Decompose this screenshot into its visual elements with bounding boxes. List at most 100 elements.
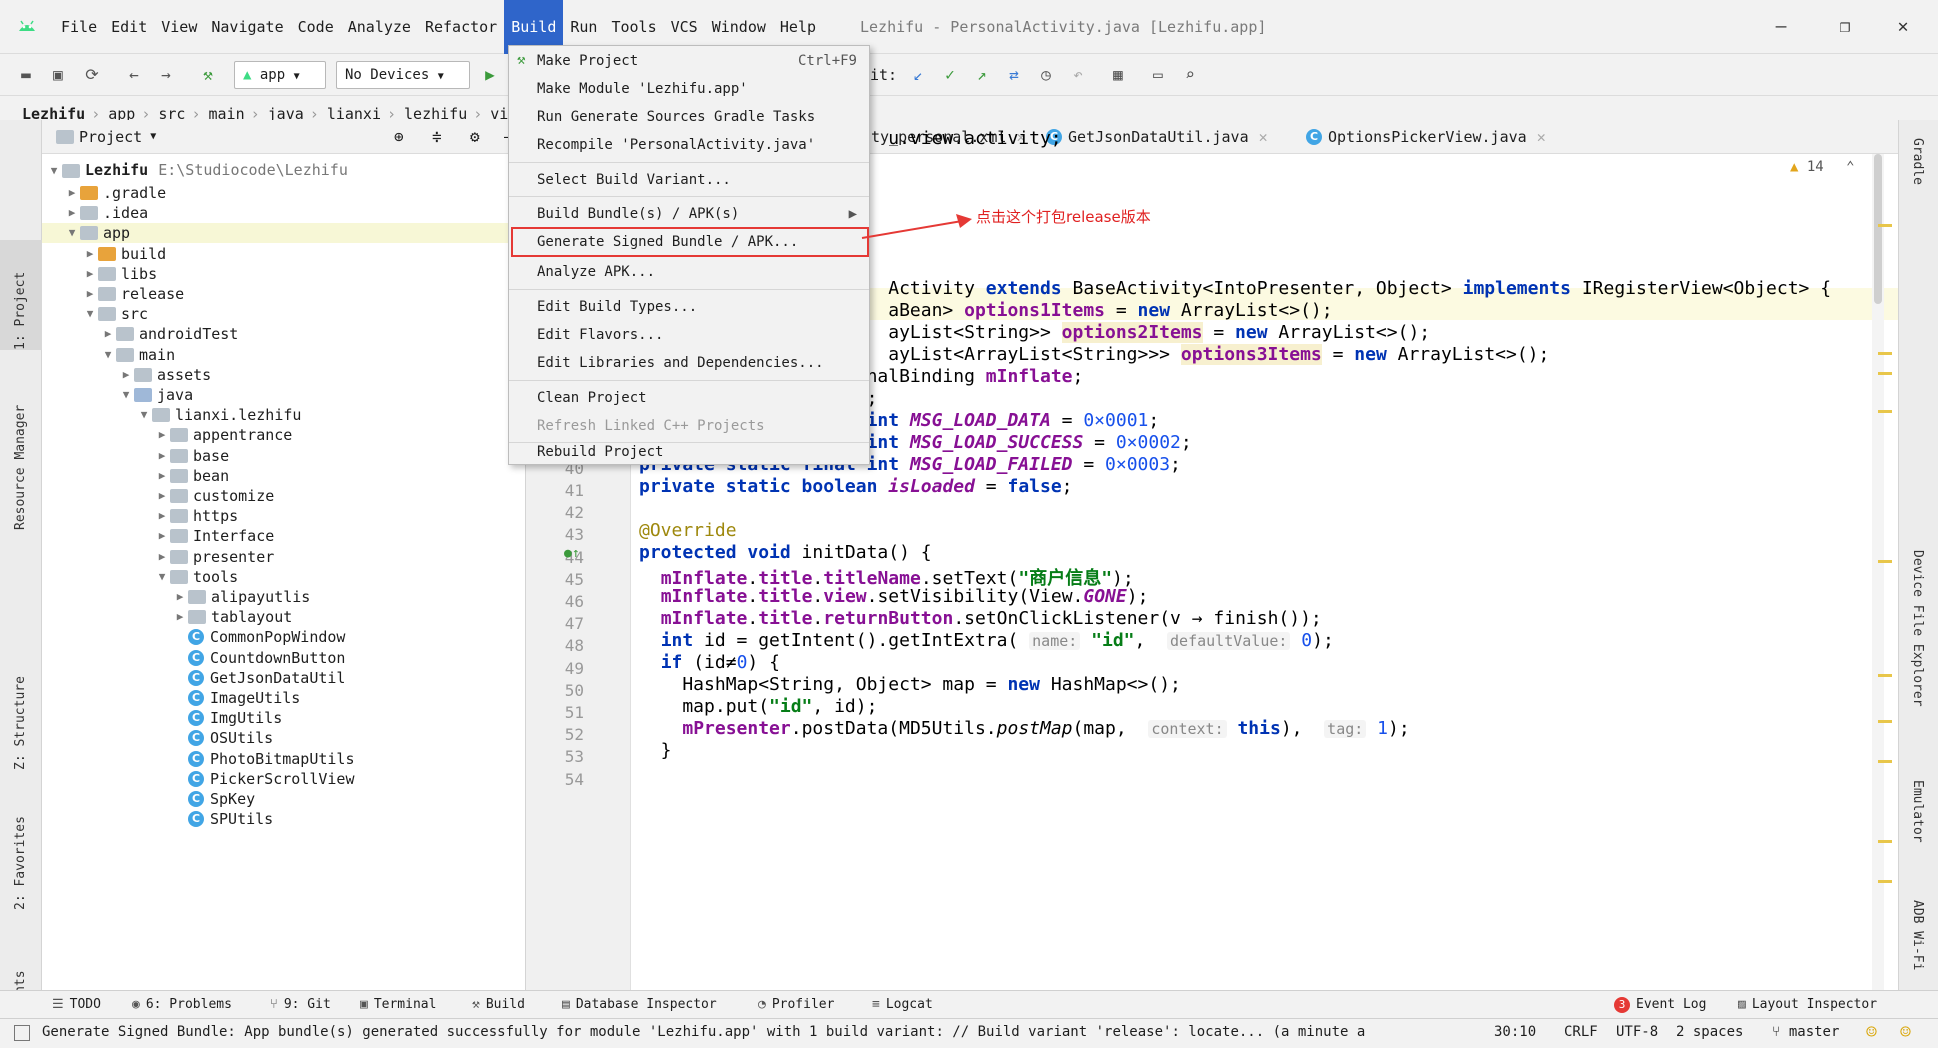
menu-item-run-generate-sources[interactable]: Run Generate Sources Gradle Tasks bbox=[509, 104, 869, 130]
tree-class-item[interactable]: C SPUtils bbox=[42, 809, 526, 829]
chevron-right-icon[interactable]: ▶ bbox=[154, 425, 170, 445]
tree-folder-item[interactable]: ▼ java bbox=[42, 385, 526, 405]
sync-icon[interactable]: ⟳ bbox=[80, 63, 104, 87]
menu-edit[interactable]: Edit bbox=[104, 0, 154, 54]
chevron-right-icon[interactable]: ▶ bbox=[154, 547, 170, 567]
tree-folder-item[interactable]: ▶ appentrance bbox=[42, 425, 526, 445]
tool-tab-project[interactable]: 1: Project bbox=[0, 240, 42, 350]
hammer-icon[interactable]: ⚒ bbox=[196, 63, 220, 87]
toggle-tool-windows-icon[interactable] bbox=[14, 1025, 30, 1041]
tree-folder-item[interactable]: ▶ .gradle bbox=[42, 183, 526, 203]
tool-terminal[interactable]: ▣ Terminal bbox=[360, 991, 436, 1019]
error-stripe-mark[interactable] bbox=[1878, 352, 1892, 355]
forward-arrow-icon[interactable]: → bbox=[154, 63, 178, 87]
chevron-right-icon[interactable]: ▶ bbox=[172, 607, 188, 627]
tree-folder-item[interactable]: ▶ tablayout bbox=[42, 607, 526, 627]
tree-class-item[interactable]: C PickerScrollView bbox=[42, 769, 526, 789]
override-marker-icon[interactable]: ●↑ bbox=[564, 546, 580, 561]
tool-build[interactable]: ⚒ Build bbox=[472, 991, 525, 1019]
maximize-icon[interactable]: ❐ bbox=[1822, 0, 1868, 54]
menu-item-make-project[interactable]: Make Project Ctrl+F9 bbox=[509, 48, 869, 74]
tree-folder-item[interactable]: ▶ .idea bbox=[42, 203, 526, 223]
file-encoding[interactable]: UTF-8 bbox=[1616, 1024, 1658, 1040]
tree-folder-item[interactable]: ▶ customize bbox=[42, 486, 526, 506]
error-stripe-mark[interactable] bbox=[1878, 560, 1892, 563]
chevron-down-icon[interactable]: ▼ bbox=[136, 405, 152, 425]
menu-view[interactable]: View bbox=[154, 0, 204, 54]
menu-item-edit-libraries[interactable]: Edit Libraries and Dependencies... bbox=[509, 350, 869, 376]
chevron-down-icon[interactable]: ▼ bbox=[154, 567, 170, 587]
menu-item-clean-project[interactable]: Clean Project bbox=[509, 385, 869, 411]
chevron-down-icon[interactable]: ▼ bbox=[100, 345, 116, 365]
close-icon[interactable]: ✕ bbox=[1259, 120, 1268, 154]
error-stripe-mark[interactable] bbox=[1878, 840, 1892, 843]
tool-problems[interactable]: ◉ 6: Problems bbox=[132, 991, 232, 1019]
warnings-indicator[interactable]: ▲ 14 ⌃ ⌄ bbox=[1790, 159, 1881, 175]
history-icon[interactable]: ◷ bbox=[1034, 63, 1058, 87]
tab-optionspickerview[interactable]: C OptionsPickerView.java ✕ bbox=[1306, 120, 1546, 154]
menu-item-analyze-apk[interactable]: Analyze APK... bbox=[509, 259, 869, 285]
error-stripe-mark[interactable] bbox=[1878, 674, 1892, 677]
error-stripe-mark[interactable] bbox=[1878, 224, 1892, 227]
git-commit-icon[interactable]: ✓ bbox=[938, 63, 962, 87]
scrollbar-thumb[interactable] bbox=[1874, 154, 1882, 304]
menu-code[interactable]: Code bbox=[291, 0, 341, 54]
tree-folder-item[interactable]: ▶ release bbox=[42, 284, 526, 304]
chevron-right-icon[interactable]: ▶ bbox=[154, 466, 170, 486]
tree-folder-item[interactable]: ▶ Interface bbox=[42, 526, 526, 546]
tool-todo[interactable]: ☰ TODO bbox=[52, 991, 101, 1019]
tree-class-item[interactable]: C GetJsonDataUtil bbox=[42, 668, 526, 688]
error-stripe-mark[interactable] bbox=[1878, 760, 1892, 763]
tree-folder-item[interactable]: ▶ base bbox=[42, 446, 526, 466]
rollback-icon[interactable]: ↶ bbox=[1066, 63, 1090, 87]
memory-indicator-icon[interactable]: ☺ bbox=[1900, 1022, 1911, 1043]
chevron-right-icon[interactable]: ▶ bbox=[154, 446, 170, 466]
run-icon[interactable]: ▶ bbox=[478, 63, 502, 87]
menu-item-recompile[interactable]: Recompile 'PersonalActivity.java' bbox=[509, 132, 869, 158]
status-message[interactable]: Generate Signed Bundle: App bundle(s) ge… bbox=[42, 1024, 1462, 1040]
back-arrow-icon[interactable]: ← bbox=[122, 63, 146, 87]
tree-class-item[interactable]: C OSUtils bbox=[42, 728, 526, 748]
chevron-right-icon[interactable]: ▶ bbox=[82, 284, 98, 304]
chevron-right-icon[interactable]: ▶ bbox=[100, 324, 116, 344]
chevron-right-icon[interactable]: ▶ bbox=[64, 183, 80, 203]
error-stripe-mark[interactable] bbox=[1878, 410, 1892, 413]
tool-logcat[interactable]: ≡ Logcat bbox=[872, 991, 933, 1019]
git-update-icon[interactable]: ↙ bbox=[906, 63, 930, 87]
tool-git[interactable]: ⑂ 9: Git bbox=[270, 991, 331, 1019]
tab-getjsondatautil[interactable]: C GetJsonDataUtil.java ✕ bbox=[1046, 120, 1268, 154]
sdk-manager-icon[interactable]: ▦ bbox=[1106, 63, 1130, 87]
close-icon[interactable]: ✕ bbox=[1880, 0, 1926, 54]
tree-class-item[interactable]: C CommonPopWindow bbox=[42, 627, 526, 647]
chevron-down-icon[interactable]: ▼ bbox=[46, 158, 62, 183]
menu-analyze[interactable]: Analyze bbox=[341, 0, 418, 54]
chevron-right-icon[interactable]: ▶ bbox=[82, 244, 98, 264]
menu-item-edit-build-types[interactable]: Edit Build Types... bbox=[509, 294, 869, 320]
indent-setting[interactable]: 2 spaces bbox=[1676, 1024, 1743, 1040]
line-separator[interactable]: CRLF bbox=[1564, 1024, 1598, 1040]
close-icon[interactable]: ✕ bbox=[1537, 120, 1546, 154]
tree-folder-item[interactable]: ▶ libs bbox=[42, 264, 526, 284]
git-fetch-icon[interactable]: ⇄ bbox=[1002, 63, 1026, 87]
chevron-right-icon[interactable]: ▶ bbox=[172, 587, 188, 607]
run-config-select[interactable]: ▲ app ▼ bbox=[234, 61, 326, 89]
tree-folder-item[interactable]: ▼ src bbox=[42, 304, 526, 324]
tool-tab-structure[interactable]: Z: Structure bbox=[0, 660, 42, 770]
tree-root[interactable]: ▼ Lezhifu E:\Studiocode\Lezhifu bbox=[42, 158, 526, 183]
git-branch[interactable]: ⑂ master bbox=[1772, 1024, 1839, 1040]
tree-folder-item[interactable]: ▶ https bbox=[42, 506, 526, 526]
menu-item-build-bundles[interactable]: Build Bundle(s) / APK(s) ▶ bbox=[509, 201, 869, 227]
chevron-right-icon[interactable]: ▶ bbox=[154, 506, 170, 526]
tree-class-item[interactable]: C ImgUtils bbox=[42, 708, 526, 728]
tree-folder-item[interactable]: ▼ app bbox=[42, 223, 526, 244]
chevron-right-icon[interactable]: ▶ bbox=[154, 486, 170, 506]
minimize-icon[interactable]: — bbox=[1758, 0, 1804, 54]
error-stripe-mark[interactable] bbox=[1878, 880, 1892, 883]
collapse-icon[interactable]: ≑ bbox=[432, 127, 442, 146]
menu-navigate[interactable]: Navigate bbox=[204, 0, 290, 54]
tool-profiler[interactable]: ◔ Profiler bbox=[758, 991, 834, 1019]
project-view-label[interactable]: Project bbox=[79, 128, 142, 146]
menu-item-edit-flavors[interactable]: Edit Flavors... bbox=[509, 322, 869, 348]
tool-event-log[interactable]: 3 Event Log bbox=[1614, 991, 1706, 1019]
feedback-smiley-icon[interactable]: ☺ bbox=[1866, 1022, 1877, 1043]
